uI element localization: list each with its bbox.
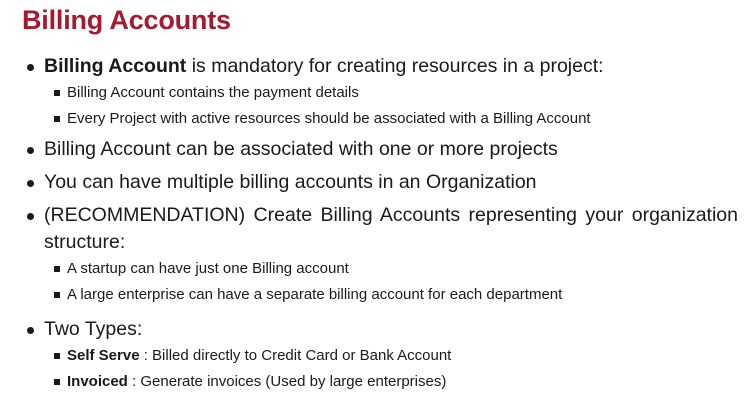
- sub-list-item-self-serve: Self Serve : Billed directly to Credit C…: [44, 343, 738, 369]
- list-item-text: Two Types:: [44, 318, 143, 340]
- square-bullet-icon: [54, 379, 60, 385]
- bullet-icon: [27, 327, 34, 334]
- slide: Billing Accounts Billing Account is mand…: [0, 0, 754, 407]
- bold-term: Invoiced: [67, 373, 128, 390]
- list-item-multiple-accounts: You can have multiple billing accounts i…: [26, 169, 738, 196]
- list-item-text: is mandatory for creating resources in a…: [186, 55, 604, 77]
- list-item-text: (RECOMMENDATION) Create Billing Accounts…: [44, 204, 738, 253]
- list-item-text: Billing Account can be associated with o…: [44, 138, 558, 160]
- sub-list-item-text: : Generate invoices (Used by large enter…: [127, 373, 447, 390]
- list-item-text: You can have multiple billing accounts i…: [44, 171, 537, 193]
- sub-list-item-invoiced: Invoiced : Generate invoices (Used by la…: [44, 369, 738, 395]
- list-item-one-or-more-projects: Billing Account can be associated with o…: [26, 136, 738, 163]
- sub-list: A startup can have just one Billing acco…: [44, 256, 738, 308]
- sub-list-item-text: : Billed directly to Credit Card or Bank…: [139, 347, 452, 364]
- bold-term: Self Serve: [67, 347, 140, 364]
- square-bullet-icon: [54, 353, 60, 359]
- bullet-icon: [27, 213, 34, 220]
- bullet-icon: [27, 180, 34, 187]
- square-bullet-icon: [54, 266, 60, 272]
- sub-list: Billing Account contains the payment det…: [44, 80, 738, 132]
- square-bullet-icon: [54, 116, 60, 122]
- sub-list-item-text: Billing Account contains the payment det…: [67, 84, 359, 101]
- sub-list-item: A startup can have just one Billing acco…: [44, 256, 738, 282]
- square-bullet-icon: [54, 90, 60, 96]
- sub-list-item: Billing Account contains the payment det…: [44, 80, 738, 106]
- bullet-list: Billing Account is mandatory for creatin…: [26, 53, 738, 395]
- square-bullet-icon: [54, 292, 60, 298]
- bullet-icon: [27, 147, 34, 154]
- sub-list-item-text: Every Project with active resources shou…: [67, 110, 591, 127]
- sub-list-item-text: A startup can have just one Billing acco…: [67, 260, 349, 277]
- sub-list: Self Serve : Billed directly to Credit C…: [44, 343, 738, 395]
- bullet-icon: [27, 64, 34, 71]
- list-item-recommendation: (RECOMMENDATION) Create Billing Accounts…: [26, 202, 738, 308]
- list-item-billing-account-mandatory: Billing Account is mandatory for creatin…: [26, 53, 738, 132]
- sub-list-item: Every Project with active resources shou…: [44, 106, 738, 132]
- bold-term: Billing Account: [44, 55, 187, 77]
- page-title: Billing Accounts: [22, 5, 231, 35]
- sub-list-item: A large enterprise can have a separate b…: [44, 282, 738, 308]
- list-item-two-types: Two Types: Self Serve : Billed directly …: [26, 316, 738, 395]
- sub-list-item-text: A large enterprise can have a separate b…: [67, 286, 563, 303]
